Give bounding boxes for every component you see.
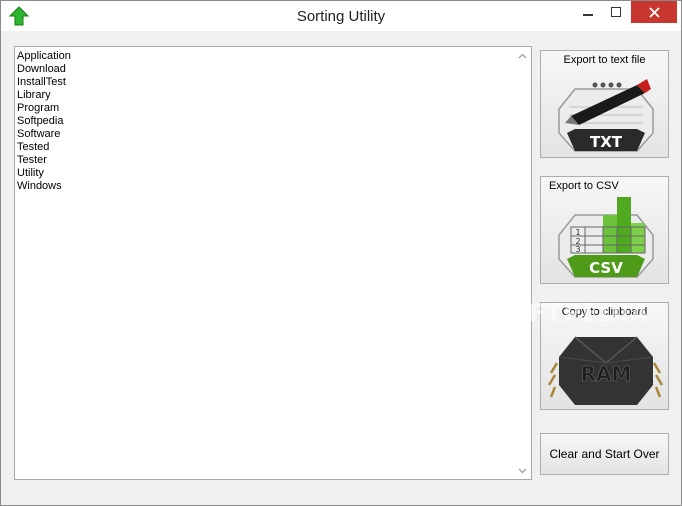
list-item[interactable]: Download bbox=[17, 63, 71, 76]
ram-chip-icon: RAM bbox=[547, 336, 664, 405]
title-bar[interactable]: Sorting Utility bbox=[1, 1, 681, 31]
minimize-button[interactable] bbox=[575, 1, 601, 23]
csv-row-3: 3 bbox=[575, 245, 580, 254]
app-window: Sorting Utility Application Download Insta… bbox=[0, 0, 682, 506]
list-item[interactable]: Tester bbox=[17, 154, 71, 167]
chevron-up-icon bbox=[518, 53, 527, 58]
export-csv-button[interactable]: Export to CSV 1 2 3 CSV bbox=[540, 176, 669, 284]
csv-row-1: 1 bbox=[575, 228, 580, 237]
maximize-button[interactable] bbox=[603, 1, 629, 23]
csv-spreadsheet-icon: 1 2 3 CSV bbox=[558, 197, 654, 278]
list-item[interactable]: Windows bbox=[17, 180, 71, 193]
vertical-scrollbar[interactable] bbox=[514, 47, 531, 479]
export-text-button[interactable]: Export to text file TXT bbox=[540, 50, 669, 158]
list-item[interactable]: Softpedia bbox=[17, 115, 71, 128]
scroll-down-button[interactable] bbox=[514, 462, 531, 479]
list-item[interactable]: Tested bbox=[17, 141, 71, 154]
csv-badge-text: CSV bbox=[589, 259, 623, 277]
list-item[interactable]: Application bbox=[17, 50, 71, 63]
list-item[interactable]: Software bbox=[17, 128, 71, 141]
clear-start-over-button[interactable]: Clear and Start Over bbox=[540, 433, 669, 475]
maximize-icon bbox=[611, 7, 621, 17]
list-item[interactable]: Utility bbox=[17, 167, 71, 180]
minimize-icon bbox=[583, 14, 593, 16]
ram-badge-text: RAM bbox=[581, 362, 632, 386]
sorted-list: Application Download InstallTest Library Pro… bbox=[17, 50, 71, 193]
list-item[interactable]: InstallTest bbox=[17, 76, 71, 89]
close-icon bbox=[648, 6, 660, 18]
txt-notepad-icon: TXT bbox=[558, 79, 654, 152]
close-button[interactable] bbox=[631, 1, 677, 23]
list-item[interactable]: Library bbox=[17, 89, 71, 102]
export-csv-label: Export to CSV bbox=[549, 180, 619, 192]
txt-badge-text: TXT bbox=[590, 133, 623, 151]
softpedia-watermark: SOFTPEDIA bbox=[489, 299, 650, 327]
sorted-list-box[interactable]: Application Download InstallTest Library Pro… bbox=[14, 46, 532, 480]
list-item[interactable]: Program bbox=[17, 102, 71, 115]
scroll-up-button[interactable] bbox=[514, 47, 531, 64]
clear-start-over-label: Clear and Start Over bbox=[549, 447, 660, 461]
chevron-down-icon bbox=[518, 468, 527, 473]
export-text-label: Export to text file bbox=[563, 54, 646, 66]
